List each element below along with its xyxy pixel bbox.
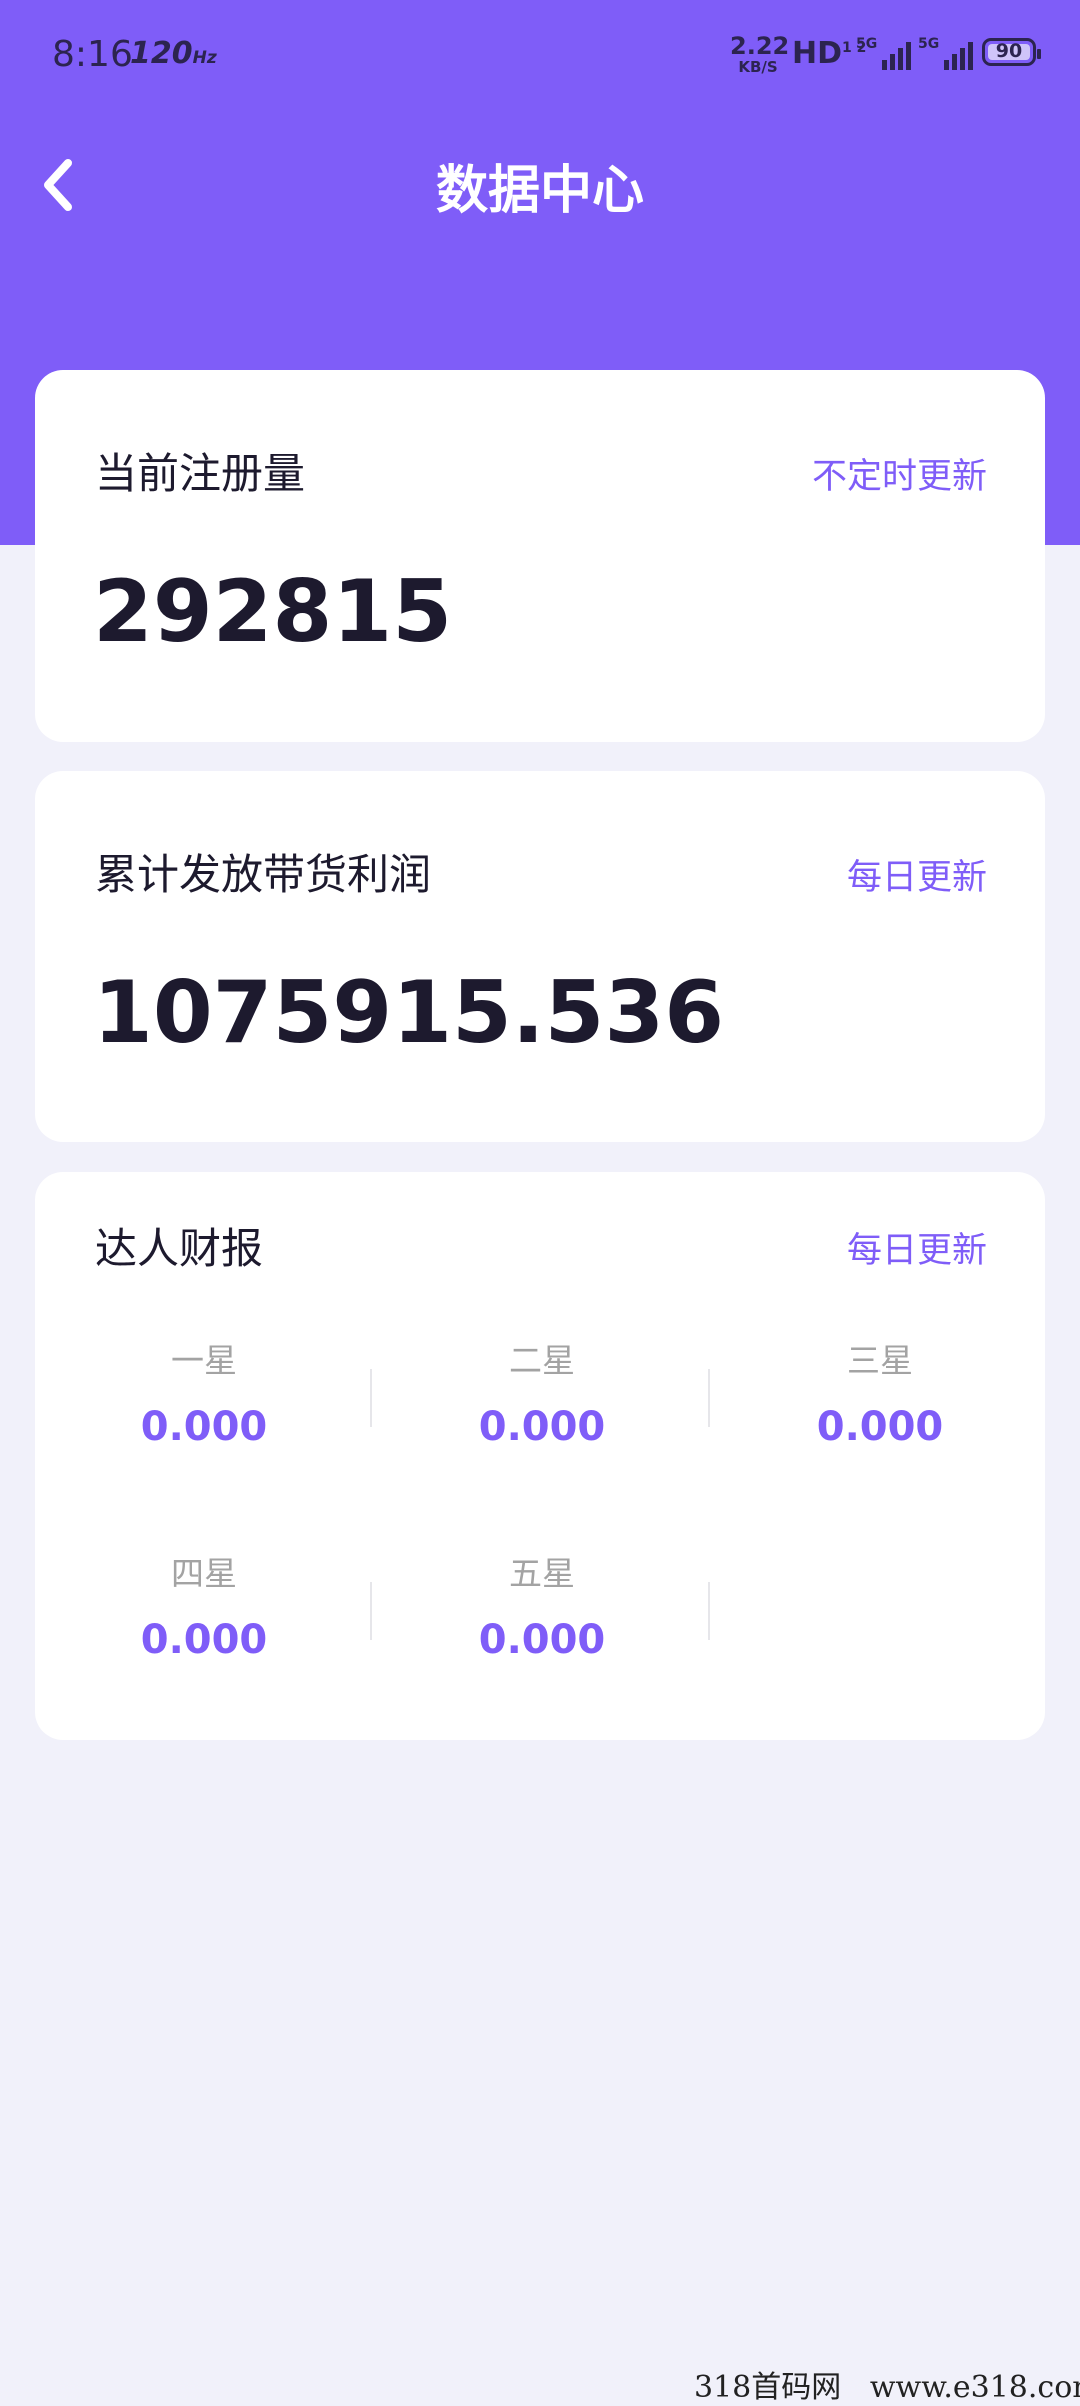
status-time: 8:16 xyxy=(52,34,133,75)
star-value: 0.000 xyxy=(478,1404,606,1450)
star-value: 0.000 xyxy=(816,1404,944,1450)
network-speed: 2.22 KB/S xyxy=(730,32,790,76)
report-card: 达人财报 每日更新 一星 0.000 二星 0.000 三星 0.000 四星 … xyxy=(35,1172,1045,1740)
star-stat-2: 二星 0.000 xyxy=(373,1334,711,1450)
profit-card: 累计发放带货利润 每日更新 1075915.536 xyxy=(35,771,1045,1142)
refresh-rate: 120Hz xyxy=(130,36,217,71)
update-note: 不定时更新 xyxy=(811,457,987,497)
star-value: 0.000 xyxy=(140,1404,268,1450)
divider xyxy=(370,1369,372,1427)
registration-card: 当前注册量 不定时更新 292815 xyxy=(35,370,1045,742)
star-label: 四星 xyxy=(171,1554,237,1593)
watermark: 318首码网 www.e318.com xyxy=(694,2370,1080,2405)
star-label: 五星 xyxy=(509,1554,575,1593)
signal-icon: 5G xyxy=(918,36,974,70)
card-title: 达人财报 xyxy=(95,1224,264,1273)
divider xyxy=(370,1582,372,1640)
star-label: 二星 xyxy=(509,1341,575,1380)
card-title: 累计发放带货利润 xyxy=(95,850,432,899)
update-note: 每日更新 xyxy=(846,1231,987,1271)
divider xyxy=(708,1582,710,1640)
star-label: 三星 xyxy=(847,1341,913,1380)
signal-icon: 5G xyxy=(856,36,912,70)
star-label: 一星 xyxy=(171,1341,237,1380)
battery-icon: 90 xyxy=(982,38,1041,66)
page-title: 数据中心 xyxy=(435,161,644,221)
star-stat-5: 五星 0.000 xyxy=(373,1547,711,1663)
status-bar: 8:16 120Hz 2.22 KB/S HD1 2 5G 5G 90 xyxy=(0,0,1080,110)
star-stat-3: 三星 0.000 xyxy=(711,1334,1049,1450)
profit-value: 1075915.536 xyxy=(93,963,725,1063)
star-value: 0.000 xyxy=(140,1617,268,1663)
registration-count: 292815 xyxy=(93,562,453,662)
star-stat-4: 四星 0.000 xyxy=(35,1547,373,1663)
update-note: 每日更新 xyxy=(846,858,987,898)
card-title: 当前注册量 xyxy=(95,449,306,498)
divider xyxy=(708,1369,710,1427)
star-stat-1: 一星 0.000 xyxy=(35,1334,373,1450)
star-value: 0.000 xyxy=(478,1617,606,1663)
